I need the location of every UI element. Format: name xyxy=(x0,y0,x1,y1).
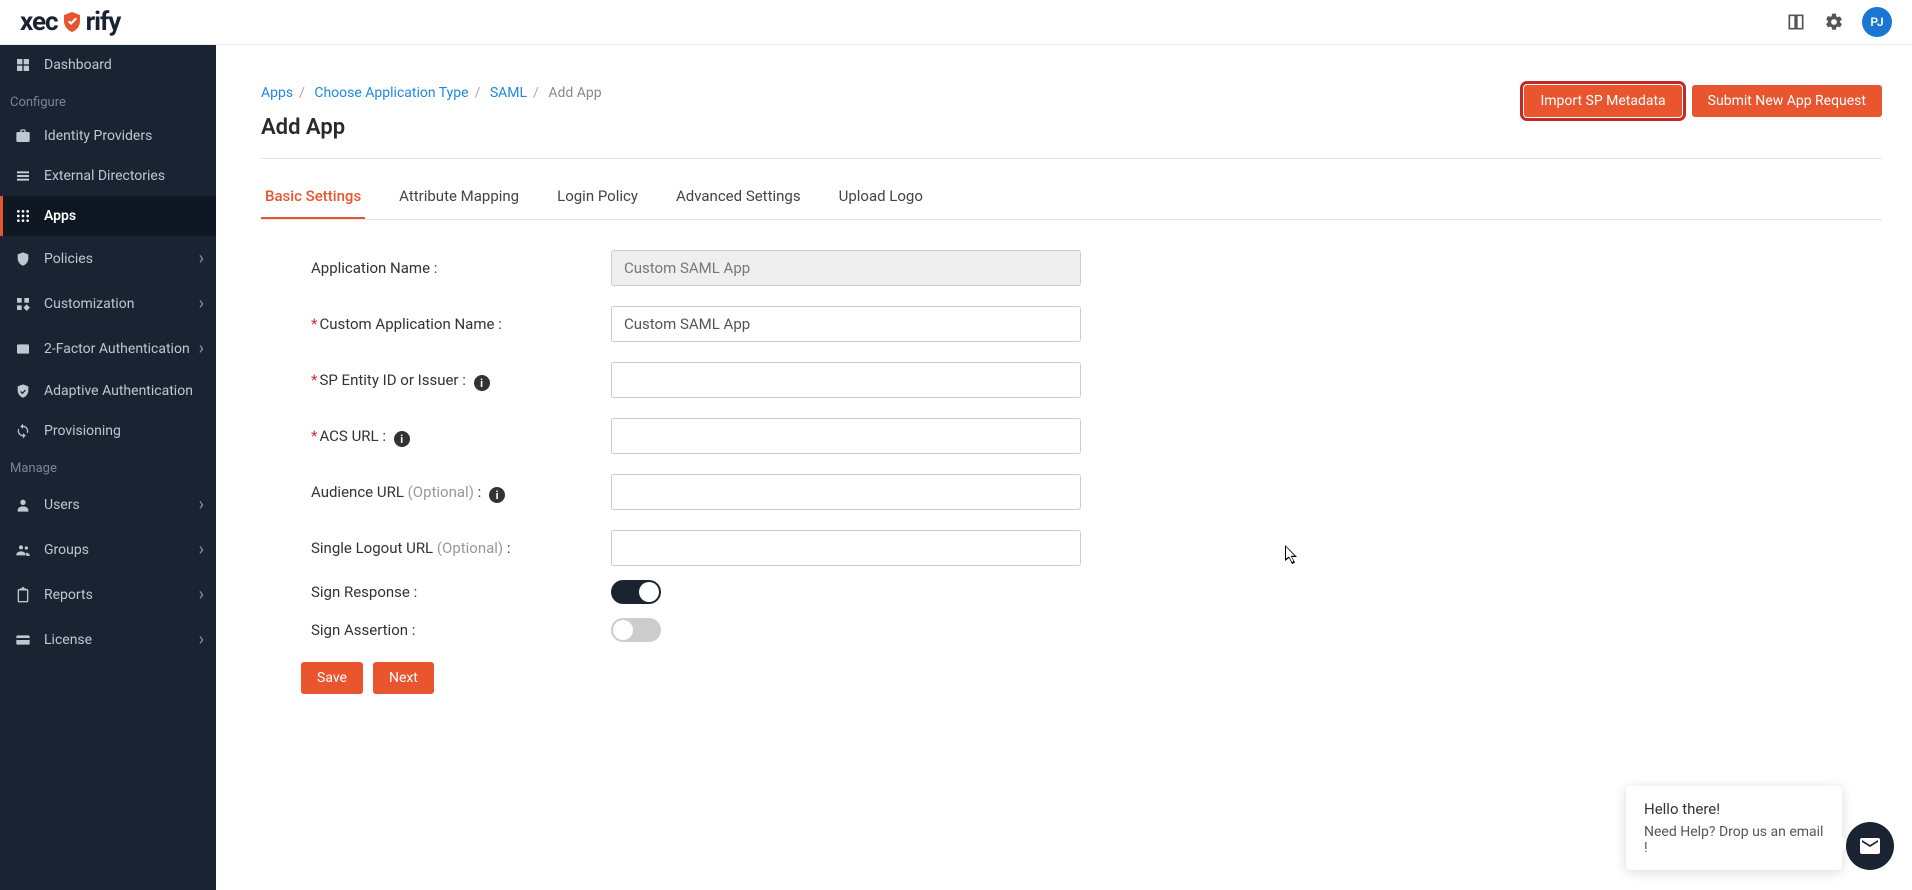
chevron-right-icon: › xyxy=(199,539,204,560)
sidebar-item-dashboard[interactable]: Dashboard xyxy=(0,45,216,85)
info-icon[interactable]: i xyxy=(489,487,505,503)
custom-app-name-input[interactable] xyxy=(611,306,1081,342)
sign-assertion-label: Sign Assertion : xyxy=(311,621,611,639)
chevron-right-icon: › xyxy=(199,338,204,359)
shield-icon xyxy=(60,10,84,34)
next-button[interactable]: Next xyxy=(373,662,434,694)
sidebar-item-label: External Directories xyxy=(44,168,165,184)
audience-url-label: Audience URL (Optional) : i xyxy=(311,483,611,502)
chevron-right-icon: › xyxy=(199,584,204,605)
sidebar-item-label: Policies xyxy=(44,251,93,267)
tab-attribute-mapping[interactable]: Attribute Mapping xyxy=(395,175,523,219)
sidebar-item-label: Dashboard xyxy=(44,57,112,73)
divider xyxy=(261,158,1882,159)
single-logout-url-label: Single Logout URL (Optional) : xyxy=(311,539,611,557)
dashboard-icon xyxy=(12,57,34,73)
save-button[interactable]: Save xyxy=(301,662,363,694)
page-title: Add App xyxy=(261,115,602,140)
card-icon xyxy=(12,632,34,648)
help-need: Need Help? Drop us an email ! xyxy=(1644,824,1824,856)
avatar[interactable]: PJ xyxy=(1862,7,1892,37)
docs-icon[interactable] xyxy=(1786,12,1806,32)
list-icon xyxy=(12,168,34,184)
application-name-label: Application Name : xyxy=(311,259,611,277)
sidebar-item-customization[interactable]: Customization › xyxy=(0,281,216,326)
sidebar-item-adaptive[interactable]: Adaptive Authentication xyxy=(0,371,216,411)
acs-url-label: *ACS URL : i xyxy=(311,427,611,446)
tab-login-policy[interactable]: Login Policy xyxy=(553,175,642,219)
sign-response-toggle[interactable] xyxy=(611,580,661,604)
custom-app-name-label: *Custom Application Name : xyxy=(311,315,611,333)
sidebar-item-license[interactable]: License › xyxy=(0,617,216,662)
tab-basic-settings[interactable]: Basic Settings xyxy=(261,175,365,219)
verified-icon xyxy=(12,383,34,399)
help-bubble: Hello there! Need Help? Drop us an email… xyxy=(1626,786,1842,870)
sidebar-item-label: Users xyxy=(44,497,80,513)
gear-icon[interactable] xyxy=(1824,12,1844,32)
briefcase-icon xyxy=(12,128,34,144)
sidebar-item-label: Customization xyxy=(44,296,134,312)
shield-small-icon xyxy=(12,251,34,267)
sidebar-item-label: Apps xyxy=(44,208,76,224)
sidebar-item-provisioning[interactable]: Provisioning xyxy=(0,411,216,451)
keypad-icon xyxy=(12,341,34,357)
sidebar-item-reports[interactable]: Reports › xyxy=(0,572,216,617)
breadcrumb-apps[interactable]: Apps xyxy=(261,85,293,101)
sp-entity-id-label: *SP Entity ID or Issuer : i xyxy=(311,371,611,390)
chevron-right-icon: › xyxy=(199,629,204,650)
sidebar: Dashboard Configure Identity Providers E… xyxy=(0,45,216,890)
chevron-right-icon: › xyxy=(199,293,204,314)
sidebar-item-label: 2-Factor Authentication xyxy=(44,341,190,357)
submit-new-app-request-button[interactable]: Submit New App Request xyxy=(1692,85,1882,117)
apps-icon xyxy=(12,208,34,224)
sidebar-item-label: Adaptive Authentication xyxy=(44,383,193,399)
sign-response-label: Sign Response : xyxy=(311,583,611,601)
sidebar-item-label: Groups xyxy=(44,542,89,558)
import-sp-metadata-button[interactable]: Import SP Metadata xyxy=(1524,85,1681,117)
mail-icon xyxy=(1858,834,1882,858)
sidebar-item-policies[interactable]: Policies › xyxy=(0,236,216,281)
brand-text-right: rify xyxy=(86,7,121,37)
sidebar-item-label: Reports xyxy=(44,587,93,603)
help-hello: Hello there! xyxy=(1644,800,1824,818)
acs-url-input[interactable] xyxy=(611,418,1081,454)
sidebar-item-idp[interactable]: Identity Providers xyxy=(0,116,216,156)
info-icon[interactable]: i xyxy=(474,375,490,391)
breadcrumb: Apps/ Choose Application Type/ SAML/ Add… xyxy=(261,85,602,101)
sidebar-item-apps[interactable]: Apps xyxy=(0,196,216,236)
brand-logo: xec rify xyxy=(20,7,120,37)
chevron-right-icon: › xyxy=(199,494,204,515)
sidebar-item-label: Identity Providers xyxy=(44,128,152,144)
chevron-right-icon: › xyxy=(199,248,204,269)
breadcrumb-current: Add App xyxy=(548,85,601,101)
brand-text-left: xec xyxy=(20,7,58,37)
breadcrumb-choose[interactable]: Choose Application Type xyxy=(314,85,468,101)
tabs: Basic Settings Attribute Mapping Login P… xyxy=(261,175,1882,220)
sidebar-item-label: Provisioning xyxy=(44,423,121,439)
audience-url-input[interactable] xyxy=(611,474,1081,510)
widgets-icon xyxy=(12,296,34,312)
group-icon xyxy=(12,542,34,558)
tab-advanced-settings[interactable]: Advanced Settings xyxy=(672,175,805,219)
clipboard-icon xyxy=(12,587,34,603)
sidebar-item-extdir[interactable]: External Directories xyxy=(0,156,216,196)
application-name-input xyxy=(611,250,1081,286)
chat-fab-button[interactable] xyxy=(1846,822,1894,870)
sp-entity-id-input[interactable] xyxy=(611,362,1081,398)
info-icon[interactable]: i xyxy=(394,431,410,447)
sidebar-item-groups[interactable]: Groups › xyxy=(0,527,216,572)
sidebar-item-label: License xyxy=(44,632,92,648)
user-icon xyxy=(12,497,34,513)
sidebar-section-configure: Configure xyxy=(0,85,216,116)
sidebar-item-users[interactable]: Users › xyxy=(0,482,216,527)
sign-assertion-toggle[interactable] xyxy=(611,618,661,642)
breadcrumb-saml[interactable]: SAML xyxy=(490,85,527,101)
sidebar-item-twofa[interactable]: 2-Factor Authentication › xyxy=(0,326,216,371)
single-logout-url-input[interactable] xyxy=(611,530,1081,566)
sync-icon xyxy=(12,423,34,439)
tab-upload-logo[interactable]: Upload Logo xyxy=(835,175,927,219)
sidebar-section-manage: Manage xyxy=(0,451,216,482)
